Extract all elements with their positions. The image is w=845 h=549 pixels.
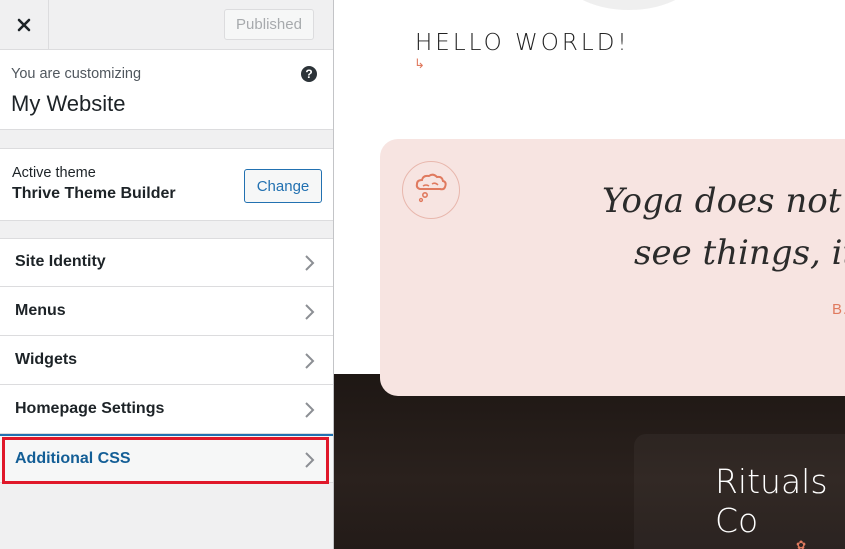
avatar-image bbox=[559, 0, 699, 10]
published-button[interactable]: Published bbox=[224, 9, 314, 40]
active-theme-section: Active theme Thrive Theme Builder Change bbox=[0, 148, 333, 221]
site-preview: HELLO WORLD! ↳ Yoga does not j see thing… bbox=[334, 0, 845, 549]
close-button[interactable] bbox=[0, 0, 49, 49]
change-theme-button[interactable]: Change bbox=[244, 169, 322, 203]
panel-item-label: Menus bbox=[15, 302, 66, 319]
close-icon bbox=[17, 18, 31, 31]
chevron-right-icon bbox=[305, 304, 315, 320]
quote-card: Yoga does not j see things, it tr B. bbox=[380, 139, 845, 396]
panel-item-widgets[interactable]: Widgets bbox=[0, 336, 333, 385]
panel-item-additional-css[interactable]: Additional CSS bbox=[0, 434, 333, 483]
preview-heading: HELLO WORLD! bbox=[415, 30, 630, 56]
customizing-label: You are customizing bbox=[11, 66, 142, 82]
quote-text-line-1: Yoga does not j bbox=[602, 181, 845, 221]
section-title: Rituals Co bbox=[715, 462, 828, 540]
active-theme-name: Thrive Theme Builder bbox=[12, 185, 176, 202]
panel-item-label: Site Identity bbox=[15, 253, 106, 270]
panel-item-homepage-settings[interactable]: Homepage Settings bbox=[0, 385, 333, 434]
panel-item-site-identity[interactable]: Site Identity bbox=[0, 238, 333, 287]
panel-item-menus[interactable]: Menus bbox=[0, 287, 333, 336]
chevron-right-icon bbox=[305, 402, 315, 418]
customizer-sidebar: Published You are customizing My Website… bbox=[0, 0, 334, 549]
panel-item-label: Homepage Settings bbox=[15, 400, 165, 417]
panel-item-label: Widgets bbox=[15, 351, 78, 368]
customizing-info: You are customizing My Website bbox=[0, 50, 333, 130]
arrow-icon: ↳ bbox=[414, 56, 425, 71]
customizer-panel-list: Site Identity Menus Widgets Homepage Set… bbox=[0, 238, 333, 483]
site-name: My Website bbox=[11, 91, 126, 116]
quote-author: B. bbox=[832, 301, 845, 318]
customizer-header: Published bbox=[0, 0, 333, 50]
chevron-right-icon bbox=[305, 255, 315, 271]
quote-text-line-2: see things, it tr bbox=[634, 233, 845, 273]
help-icon[interactable]: ? bbox=[301, 66, 317, 82]
thought-bubble-icon bbox=[402, 161, 460, 219]
flower-icon: ✿ bbox=[796, 538, 807, 549]
active-theme-label: Active theme bbox=[12, 165, 96, 181]
panel-item-label: Additional CSS bbox=[15, 450, 131, 467]
chevron-right-icon bbox=[305, 353, 315, 369]
chevron-right-icon bbox=[305, 452, 315, 468]
